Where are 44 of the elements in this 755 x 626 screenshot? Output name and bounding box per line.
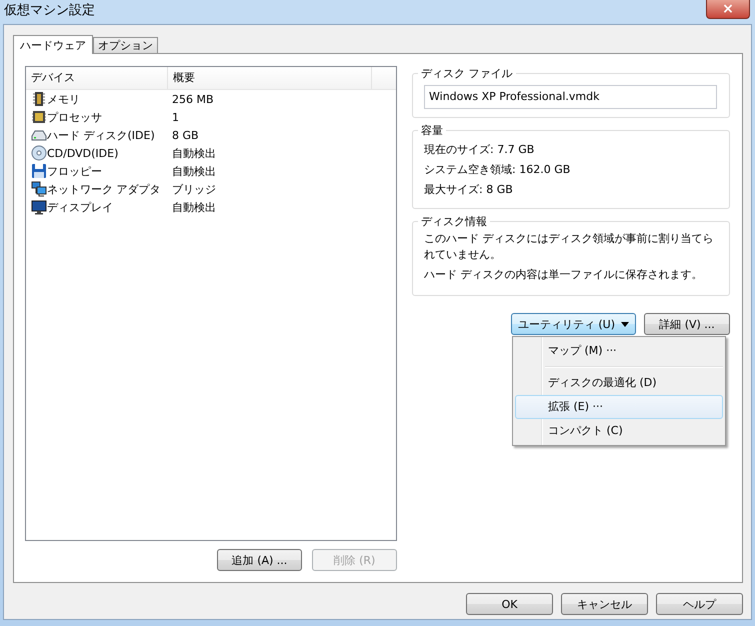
- device-name[interactable]: メモリ: [47, 92, 80, 106]
- device-name[interactable]: フロッピー: [47, 164, 102, 178]
- cancel-button[interactable]: キャンセル: [561, 593, 648, 615]
- advanced-button[interactable]: 詳細 (V) ...: [644, 313, 730, 335]
- capacity-line: 現在のサイズ: 7.7 GB: [424, 142, 536, 158]
- tab[interactable]: オプション: [93, 37, 158, 53]
- group-title: ディスク ファイル: [420, 66, 514, 81]
- window-title: 仮想マシン設定: [4, 2, 95, 20]
- ok-button[interactable]: OK: [466, 593, 553, 615]
- device-name[interactable]: ネットワーク アダプタ: [47, 182, 160, 196]
- group-title: ディスク情報: [420, 214, 488, 229]
- network-computers-icon: [31, 181, 47, 197]
- device-name[interactable]: プロセッサ: [47, 110, 102, 124]
- device-name[interactable]: CD/DVD(IDE): [47, 146, 118, 160]
- utility-button[interactable]: ユーティリティ (U): [510, 313, 636, 335]
- processor-chip-icon: [31, 109, 47, 125]
- group-title: 容量: [420, 123, 444, 138]
- menu-item[interactable]: コンパクト (C): [515, 419, 723, 443]
- device-name[interactable]: ハード ディスク(IDE): [47, 128, 155, 142]
- caret-icon: [621, 322, 629, 326]
- capacity-line: 最大サイズ: 8 GB: [424, 182, 514, 198]
- device-summary: ブリッジ: [171, 182, 216, 196]
- memory-chip-icon: [31, 91, 47, 107]
- info-text: このハード ディスクにはディスク領域が事前に割り当てられていません。: [424, 231, 714, 263]
- menu-item[interactable]: ディスクの最適化 (D): [515, 371, 723, 395]
- device-summary: 256 MB: [171, 92, 214, 106]
- capacity-line: システム空き領域: 162.0 GB: [424, 162, 572, 178]
- monitor-icon: [31, 199, 47, 215]
- menu-item[interactable]: マップ (M) ···: [515, 339, 723, 363]
- add-button[interactable]: 追加 (A) ...: [217, 549, 302, 571]
- device-name[interactable]: ディスプレイ: [47, 200, 113, 214]
- column-header[interactable]: 概要: [168, 67, 372, 89]
- column-header[interactable]: デバイス: [26, 67, 168, 89]
- device-summary: 自動検出: [171, 200, 216, 214]
- disk-file-field[interactable]: Windows XP Professional.vmdk: [424, 85, 717, 109]
- menu-item[interactable]: 拡張 (E) ···: [515, 395, 723, 419]
- tab[interactable]: ハードウェア: [13, 35, 93, 54]
- device-summary: 自動検出: [171, 146, 216, 160]
- device-summary: 1: [171, 110, 179, 124]
- device-summary: 8 GB: [171, 128, 199, 142]
- info-text: ハード ディスクの内容は単一ファイルに保存されます。: [424, 267, 704, 283]
- device-summary: 自動検出: [171, 164, 216, 178]
- help-button[interactable]: ヘルプ: [656, 593, 743, 615]
- disc-icon: [31, 145, 47, 161]
